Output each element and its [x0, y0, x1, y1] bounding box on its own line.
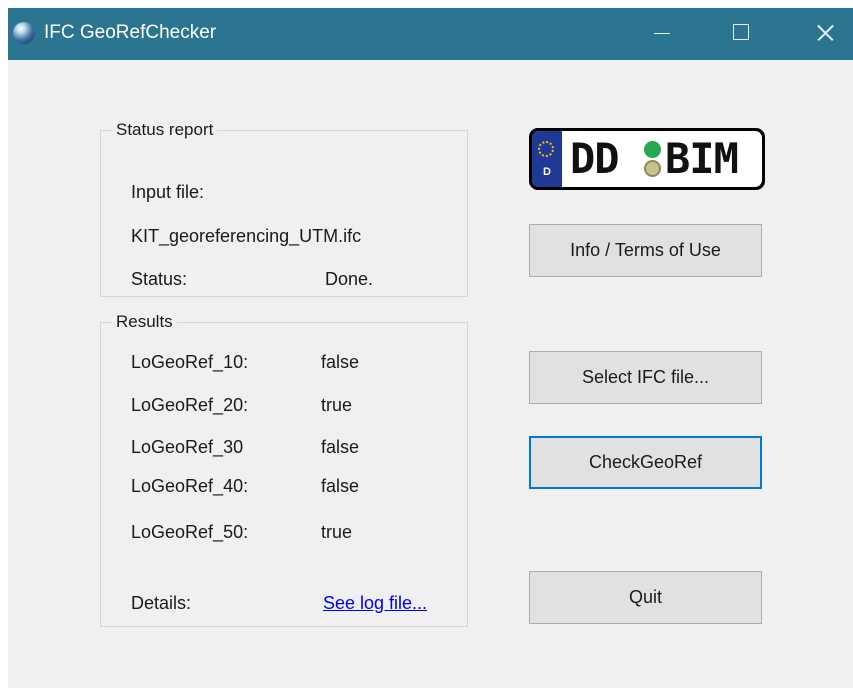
maximize-icon [733, 24, 749, 40]
details-label: Details: [131, 593, 192, 613]
status-value: Done. [325, 269, 374, 289]
result-value-20: true [321, 395, 353, 415]
input-file-label: Input file: [131, 182, 205, 202]
input-file-value: KIT_georeferencing_UTM.ifc [131, 226, 362, 246]
result-label-20: LoGeoRef_20: [131, 395, 249, 415]
result-label-40: LoGeoRef_40: [131, 476, 249, 496]
title-bar[interactable]: IFC GeoRefChecker [8, 8, 853, 60]
window-title: IFC GeoRefChecker [44, 22, 217, 43]
country-code: D [543, 166, 551, 178]
status-label: Status: [131, 269, 188, 289]
minimize-button[interactable] [632, 8, 690, 60]
minimize-icon [654, 33, 670, 34]
results-group: Results LoGeoRef_10: false LoGeoRef_20: … [100, 311, 468, 627]
plate-badges-icon [642, 138, 664, 180]
app-globe-icon [13, 22, 35, 44]
result-label-10: LoGeoRef_10: [131, 352, 249, 372]
info-terms-button[interactable]: Info / Terms of Use [529, 224, 762, 277]
check-georef-button[interactable]: CheckGeoRef [529, 436, 762, 489]
result-value-10: false [321, 352, 360, 372]
eu-band-icon: D [532, 131, 562, 187]
select-ifc-file-button[interactable]: Select IFC file... [529, 351, 762, 404]
result-label-30: LoGeoRef_30 [131, 437, 244, 457]
status-report-group: Status report Input file: KIT_georeferen… [100, 119, 468, 297]
see-log-file-link[interactable]: See log file... [323, 592, 427, 614]
logo-text-bim: BIM [665, 134, 739, 183]
logo-text-dd: DD [570, 134, 620, 183]
quit-button[interactable]: Quit [529, 571, 762, 624]
eu-stars-icon [538, 141, 554, 157]
status-report-legend: Status report [112, 119, 218, 141]
dd-bim-logo: D DD BIM [529, 128, 765, 190]
maximize-button[interactable] [712, 8, 770, 60]
result-label-50: LoGeoRef_50: [131, 522, 249, 542]
result-value-50: true [321, 522, 353, 542]
result-value-30: false [321, 437, 360, 457]
close-button[interactable] [795, 8, 853, 60]
result-value-40: false [321, 476, 360, 496]
app-window: IFC GeoRefChecker Status report Input fi… [8, 8, 853, 688]
results-legend: Results [112, 311, 177, 333]
